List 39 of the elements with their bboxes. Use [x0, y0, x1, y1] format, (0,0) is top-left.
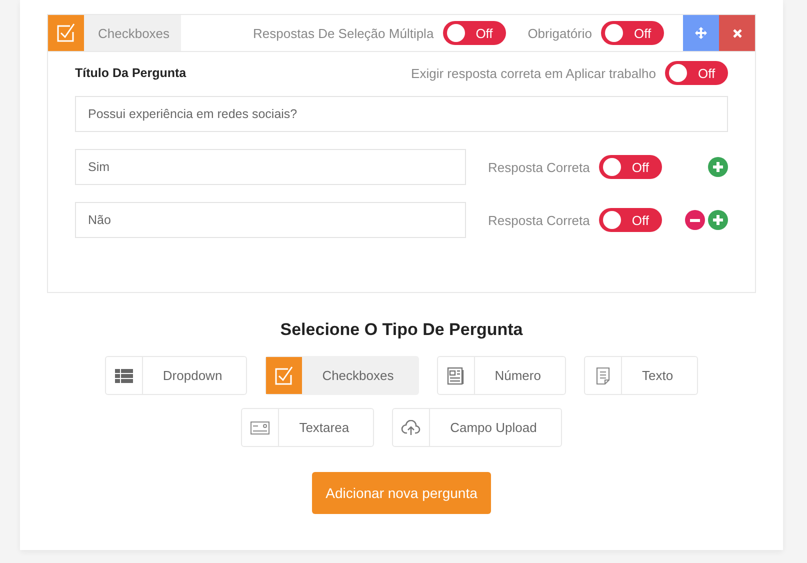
plus-icon	[713, 215, 723, 225]
toggle-switch[interactable]: Off	[598, 155, 662, 179]
toggle-switch[interactable]: Off	[442, 21, 506, 45]
question-type-option[interactable]: Número	[436, 356, 566, 395]
toggle-label: Exigir resposta correta em Aplicar trabalho	[411, 66, 656, 80]
toggle-switch[interactable]: Off	[665, 61, 728, 85]
toggle-label: Respostas De Seleção Múltipla	[253, 26, 434, 40]
answer-input[interactable]: Não	[75, 202, 466, 238]
answer-input[interactable]: Sim	[75, 149, 466, 185]
delete-button[interactable]	[719, 15, 755, 51]
list-icon	[114, 368, 133, 382]
move-button[interactable]	[683, 15, 719, 51]
question-input[interactable]: Possui experiência em redes sociais?	[75, 96, 728, 132]
question-type-option[interactable]: Dropdown	[104, 356, 248, 395]
remove-button[interactable]	[685, 210, 705, 230]
section-title: Selecione O Tipo De Pergunta	[280, 320, 523, 340]
document-icon	[446, 366, 465, 384]
keyboard-icon	[250, 420, 270, 434]
add-button[interactable]	[708, 210, 728, 230]
checkbox-icon	[56, 23, 76, 43]
plus-icon	[713, 162, 723, 172]
question-type-option[interactable]: Texto	[584, 356, 698, 395]
question-type-label: Checkboxes	[98, 26, 170, 40]
toggle-label: Resposta Correta	[488, 212, 590, 228]
toggle-switch[interactable]: Off	[601, 21, 664, 45]
toggle-label: Resposta Correta	[488, 160, 590, 174]
question-type-option[interactable]: Textarea	[241, 408, 374, 447]
add-button[interactable]	[708, 157, 728, 177]
cloud-upload-icon	[401, 420, 422, 436]
move-icon	[695, 27, 707, 39]
note-icon	[596, 366, 610, 384]
minus-icon	[690, 218, 700, 222]
question-title-label: Título Da Pergunta	[75, 66, 186, 80]
question-type-option[interactable]: Checkboxes	[265, 356, 419, 395]
toggle-switch[interactable]: Off	[598, 208, 662, 232]
toggle-label: Obrigatório	[528, 26, 592, 40]
question-type-option[interactable]: Campo Upload	[392, 408, 562, 447]
checkbox-icon	[274, 366, 294, 386]
close-icon	[732, 28, 742, 38]
